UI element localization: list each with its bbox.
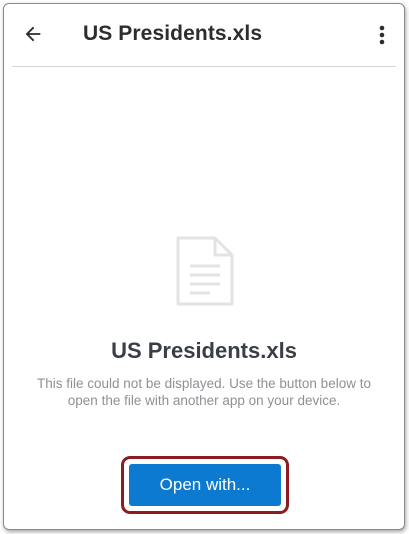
- document-icon: [176, 236, 234, 306]
- highlight-outline: Open with...: [121, 456, 289, 514]
- overflow-menu-button[interactable]: [374, 21, 390, 49]
- back-button[interactable]: [20, 21, 46, 47]
- arrow-left-icon: [25, 26, 41, 42]
- toolbar: US Presidents.xls: [4, 4, 404, 66]
- open-with-button[interactable]: Open with...: [129, 464, 281, 506]
- app-window: US Presidents.xls US Presidents.xls This…: [3, 3, 405, 530]
- more-vertical-icon: [379, 25, 385, 45]
- toolbar-divider: [12, 66, 396, 67]
- file-name: US Presidents.xls: [111, 338, 297, 363]
- page-title: US Presidents.xls: [83, 22, 263, 45]
- unsupported-file-message: This file could not be displayed. Use th…: [37, 376, 371, 408]
